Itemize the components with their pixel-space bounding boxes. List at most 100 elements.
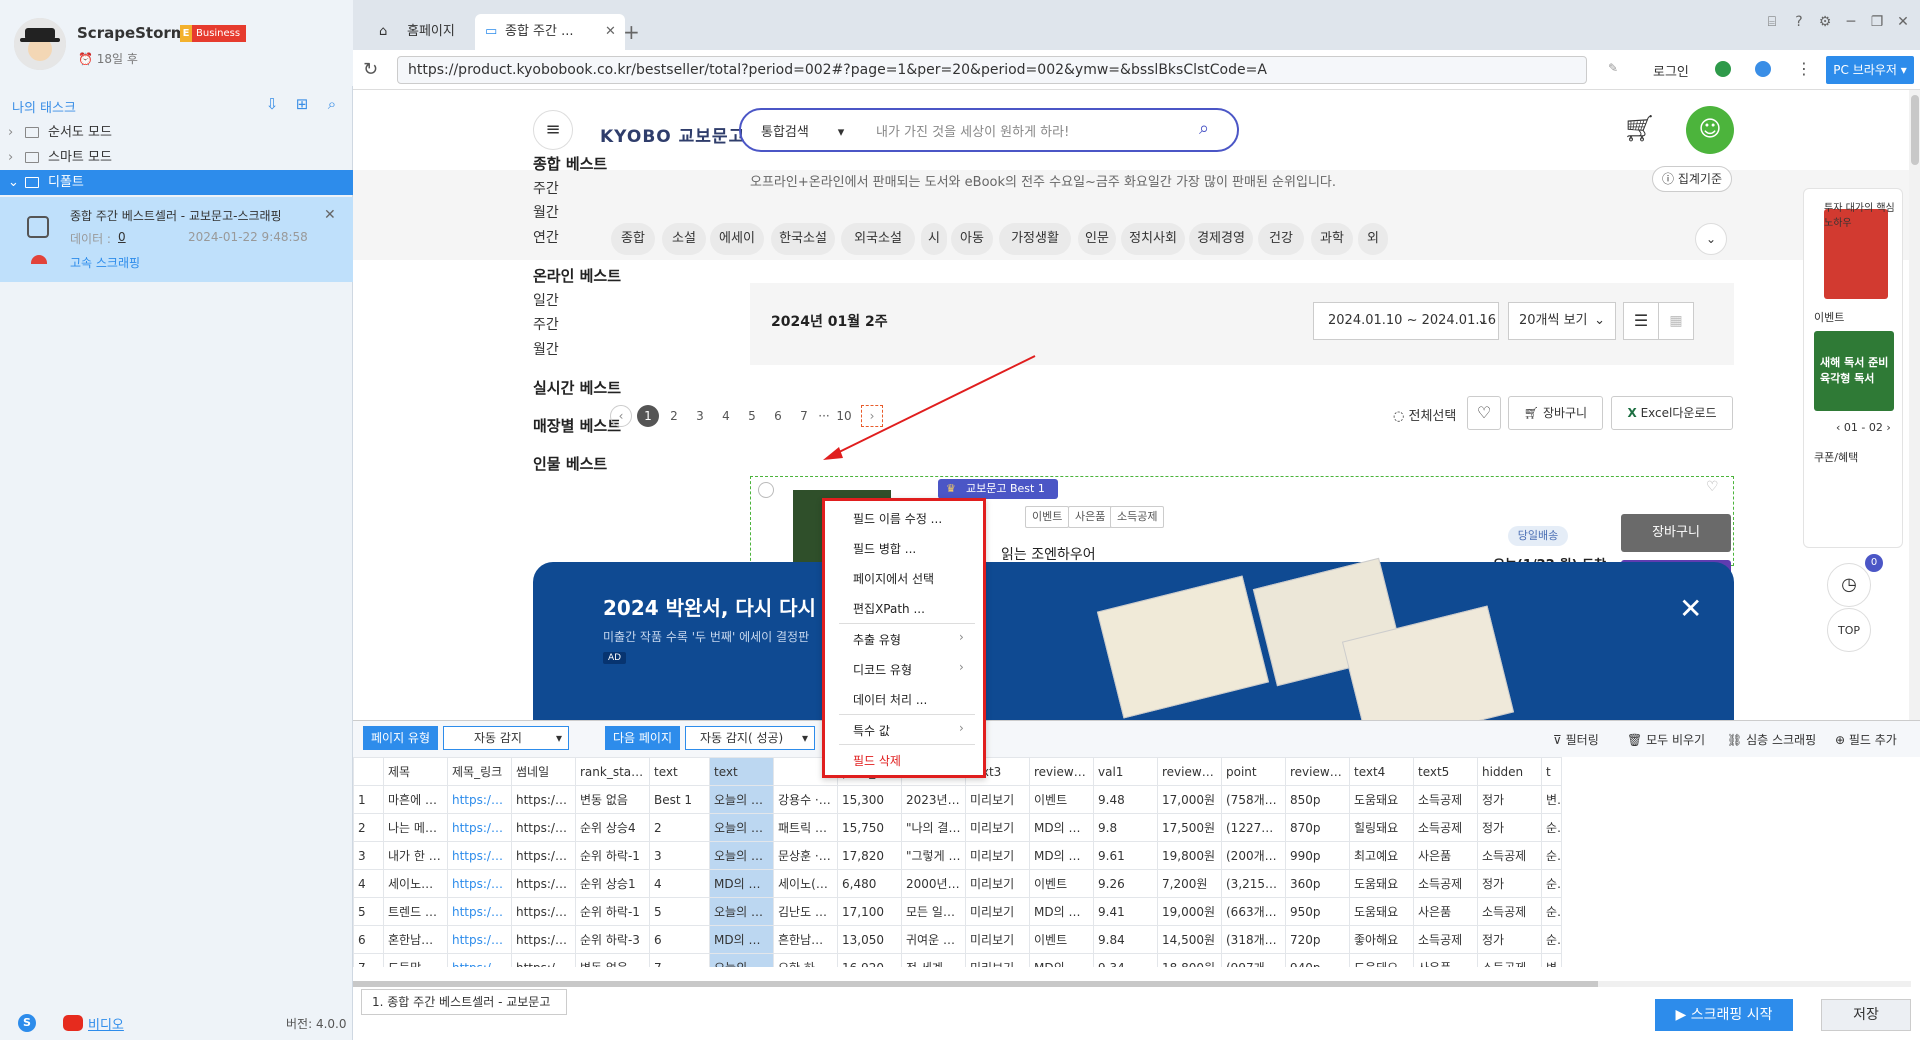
add-to-cart-button[interactable]: 장바구니 <box>1621 514 1731 552</box>
table-cell[interactable]: 사은품 <box>1413 953 1478 967</box>
table-cell[interactable]: 5 <box>353 897 384 926</box>
table-cell[interactable]: 전 세계 모... <box>901 953 966 967</box>
page-number[interactable]: 5 <box>741 405 763 427</box>
table-cell[interactable]: 순위 하락-1 <box>575 897 650 926</box>
table-cell[interactable]: https://pro... <box>447 925 512 954</box>
list-view-icon[interactable]: ☰ <box>1623 302 1659 340</box>
table-cell[interactable]: 17,500원 <box>1157 813 1222 842</box>
nav-link[interactable]: 일간 <box>533 290 559 310</box>
nav-link[interactable]: 연간 <box>533 227 559 247</box>
table-cell[interactable]: https://pro... <box>447 953 512 967</box>
tab-home[interactable]: ⌂ 홈페이지 <box>367 14 487 50</box>
table-row[interactable]: 6혼한남매 15https://pro...https://con...순위 하… <box>353 925 1562 954</box>
book-title[interactable]: 읽는 조엔하우어 <box>1001 544 1096 564</box>
table-cell[interactable]: 3 <box>353 841 384 870</box>
category-tab[interactable]: 종합 <box>611 223 655 255</box>
table-cell[interactable]: 도움돼요 <box>1349 897 1414 926</box>
table-cell[interactable]: "그렇게 많... <box>901 841 966 870</box>
search-icon[interactable]: ⌕ <box>1199 118 1209 139</box>
table-cell[interactable]: 이벤트 <box>1029 785 1094 814</box>
nav-link[interactable]: 주간 <box>533 178 559 198</box>
table-cell[interactable]: 김난도 외 ... <box>773 897 838 926</box>
site-search[interactable]: 통합검색 ▾ 내가 가진 것을 세상이 원하게 하라! ⌕ <box>739 108 1239 152</box>
table-cell[interactable]: 사은품 <box>1413 841 1478 870</box>
column-header[interactable]: text <box>649 757 710 786</box>
table-cell[interactable]: 17,820 <box>837 841 902 870</box>
add-task-icon[interactable]: ⊞ <box>292 95 312 115</box>
page-number[interactable]: ··· <box>813 405 835 427</box>
skype-icon[interactable]: S <box>18 1014 36 1032</box>
table-cell[interactable]: 흔한남매 ·... <box>773 925 838 954</box>
filter-button[interactable]: ⊽ 필터링 <box>1553 731 1599 748</box>
table-cell[interactable]: MD의 선택 <box>1029 953 1094 967</box>
column-header[interactable]: 제목 <box>383 757 448 786</box>
column-header[interactable]: point <box>1221 757 1286 786</box>
deep-scrape-button[interactable]: ⛓︎ 심층 스크래핑 <box>1727 731 1816 748</box>
table-cell[interactable]: 5 <box>649 897 710 926</box>
grid-view-icon[interactable]: ▦ <box>1658 302 1694 340</box>
menu-edit-xpath[interactable]: 편집XPath ... <box>853 600 925 617</box>
table-cell[interactable]: 소득공제 <box>1477 897 1542 926</box>
category-tab[interactable]: 인문 <box>1078 223 1116 255</box>
table-cell[interactable]: (1227개의 ... <box>1221 813 1286 842</box>
table-cell[interactable]: 2 <box>649 813 710 842</box>
table-cell[interactable]: 9.26 <box>1093 869 1158 898</box>
column-header[interactable]: text5 <box>1413 757 1478 786</box>
table-cell[interactable]: MD의 선택 <box>1029 813 1094 842</box>
column-header[interactable]: 썸네일 <box>511 757 576 786</box>
table-cell[interactable]: 미리보기 <box>965 869 1030 898</box>
table-cell[interactable]: 오늘의 선택 <box>709 953 774 967</box>
close-window-icon[interactable]: ✕ <box>1895 14 1911 30</box>
table-cell[interactable]: 소득공제 <box>1413 813 1478 842</box>
page-number[interactable]: 3 <box>689 405 711 427</box>
page-number[interactable]: 4 <box>715 405 737 427</box>
table-cell[interactable]: 모든 일은 ... <box>901 897 966 926</box>
table-cell[interactable]: 귀여운 웃... <box>901 925 966 954</box>
minimize-icon[interactable]: ─ <box>1843 14 1859 30</box>
kyobo-logo[interactable]: KYOBO 교보문고 <box>600 122 745 147</box>
table-cell[interactable]: Best 1 <box>649 785 710 814</box>
table-cell[interactable]: 순위 상승 <box>1541 813 1562 842</box>
category-tab[interactable]: 에세이 <box>710 223 764 255</box>
table-cell[interactable]: 7 <box>353 953 384 967</box>
table-cell[interactable]: 순위 하락 <box>1541 897 1562 926</box>
table-cell[interactable]: 18,800원 <box>1157 953 1222 967</box>
table-cell[interactable]: 6,480 <box>837 869 902 898</box>
search-type-select[interactable]: 통합검색 ▾ <box>761 121 844 140</box>
table-cell[interactable]: (318개의 ... <box>1221 925 1286 954</box>
table-cell[interactable]: MD의 선택 <box>1029 841 1094 870</box>
table-cell[interactable]: 오늘의 선택 <box>709 785 774 814</box>
table-cell[interactable]: 순위 하락-1 <box>575 841 650 870</box>
select-all-checkbox[interactable]: ◌ 전체선택 <box>1393 405 1456 424</box>
table-cell[interactable]: 9.34 <box>1093 953 1158 967</box>
table-cell[interactable]: 6 <box>353 925 384 954</box>
table-cell[interactable]: 정가 <box>1477 813 1542 842</box>
table-cell[interactable]: (200개의 ... <box>1221 841 1286 870</box>
table-cell[interactable]: https://con... <box>511 813 576 842</box>
tree-item-default[interactable]: ⌄ 디폴트 <box>0 170 353 195</box>
table-cell[interactable]: 미리보기 <box>965 813 1030 842</box>
table-cell[interactable]: 이벤트 <box>1029 869 1094 898</box>
nav-section-heading[interactable]: 실시간 베스트 <box>533 377 621 398</box>
table-cell[interactable]: 940p <box>1285 953 1350 967</box>
task-data-count[interactable]: 0 <box>118 230 126 244</box>
clear-all-button[interactable]: 🗑︎ 모두 비우기 <box>1627 731 1705 748</box>
table-cell[interactable]: https://pro... <box>447 869 512 898</box>
table-cell[interactable]: 미리보기 <box>965 785 1030 814</box>
recent-view-icon[interactable]: ◷ <box>1827 563 1871 607</box>
top-button[interactable]: TOP <box>1827 608 1871 652</box>
category-tab[interactable]: 아동 <box>951 223 993 255</box>
column-header[interactable] <box>353 757 384 786</box>
table-cell[interactable]: 소득공제 <box>1413 869 1478 898</box>
column-header[interactable]: review_desc <box>1157 757 1222 786</box>
page-type-select[interactable]: 자동 감지 ▾ <box>443 726 569 750</box>
table-cell[interactable]: (663개의 ... <box>1221 897 1286 926</box>
table-cell[interactable]: 도움돼요 <box>1349 953 1414 967</box>
column-header[interactable]: hidden <box>1477 757 1542 786</box>
table-cell[interactable]: 혼한남매 15 <box>383 925 448 954</box>
table-cell[interactable]: 16,920 <box>837 953 902 967</box>
close-icon[interactable]: ✕ <box>324 207 336 223</box>
heart-icon[interactable]: ♡ <box>1467 396 1501 430</box>
column-header[interactable]: rank_status <box>575 757 650 786</box>
table-cell[interactable]: https://con... <box>511 869 576 898</box>
